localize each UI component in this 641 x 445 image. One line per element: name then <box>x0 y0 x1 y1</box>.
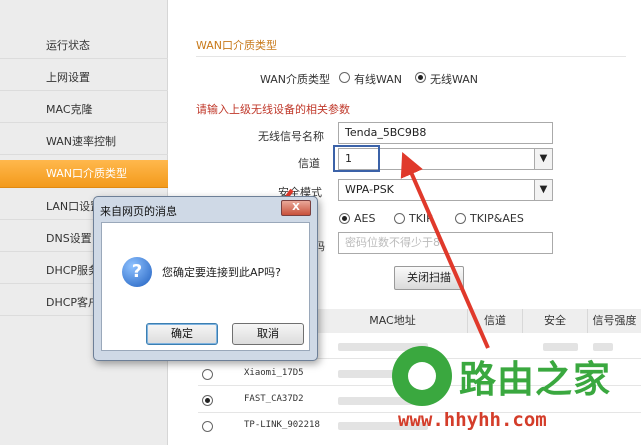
confirm-dialog: 来自网页的消息 X ? 您确定要连接到此AP吗? 确定 取消 <box>93 196 318 361</box>
dialog-ok-button[interactable]: 确定 <box>146 323 218 345</box>
dialog-close-button[interactable]: X <box>281 200 311 216</box>
dialog-title: 来自网页的消息 <box>100 205 177 218</box>
arrow-to-channel <box>400 152 490 349</box>
dialog-cancel-button[interactable]: 取消 <box>232 323 304 345</box>
dialog-message: 您确定要连接到此AP吗? <box>162 266 281 279</box>
question-icon: ? <box>122 257 152 287</box>
dialog-body: ? 您确定要连接到此AP吗? 确定 取消 <box>101 222 310 351</box>
